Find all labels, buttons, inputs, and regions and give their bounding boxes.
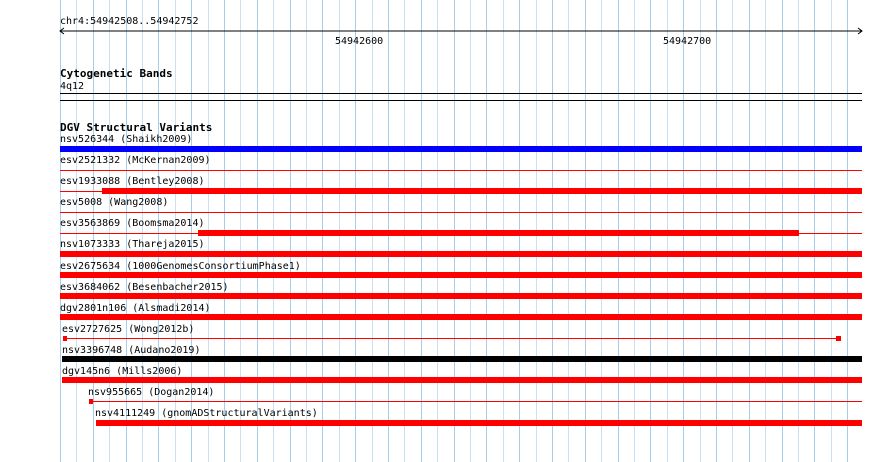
feature-label[interactable]: dgv145n6 (Mills2006) — [62, 366, 182, 377]
feature-label[interactable]: esv2675634 (1000GenomesConsortiumPhase1) — [60, 261, 301, 272]
ruler-tick-label: 54942700 — [663, 36, 712, 47]
feature-label[interactable]: dgv2801n106 (Alsmadi2014) — [60, 303, 211, 314]
feature-bar-line — [799, 233, 862, 234]
feature-bar-end — [836, 336, 841, 341]
feature-bar[interactable] — [60, 314, 862, 320]
feature-label[interactable]: nsv3396748 (Audano2019) — [62, 345, 200, 356]
feature-bar[interactable] — [60, 293, 862, 299]
feature-label[interactable]: nsv4111249 (gnomADStructuralVariants) — [95, 408, 318, 419]
dgv-track-title: DGV Structural Variants — [60, 121, 213, 134]
cytoband-label: 4q12 — [60, 81, 85, 92]
feature-bar-line — [60, 233, 198, 234]
feature-bar[interactable] — [102, 188, 862, 194]
feature-bar[interactable] — [60, 272, 862, 278]
feature-bar[interactable] — [93, 401, 862, 402]
feature-label[interactable]: esv1933088 (Bentley2008) — [60, 176, 205, 187]
feature-label[interactable]: esv2521332 (McKernan2009) — [60, 155, 211, 166]
feature-label[interactable]: esv3563869 (Boomsma2014) — [60, 218, 205, 229]
feature-label[interactable]: esv3684062 (Besenbacher2015) — [60, 282, 229, 293]
feature-bar-line — [60, 191, 102, 192]
cytoband-line[interactable] — [60, 93, 862, 94]
ruler-tick-label: 54942600 — [335, 36, 384, 47]
feature-bar[interactable] — [62, 377, 862, 383]
feature-bar[interactable] — [96, 420, 862, 426]
track-separator — [60, 100, 862, 101]
feature-label[interactable]: nsv1073333 (Thareja2015) — [60, 239, 205, 250]
feature-label[interactable]: nsv955665 (Dogan2014) — [88, 387, 214, 398]
feature-bar[interactable] — [60, 170, 862, 171]
feature-bar[interactable] — [60, 146, 862, 152]
feature-label[interactable]: esv5008 (Wang2008) — [60, 197, 168, 208]
cytoband-track-title: Cytogenetic Bands — [60, 67, 173, 80]
feature-bar[interactable] — [62, 356, 862, 362]
feature-bar[interactable] — [198, 230, 799, 236]
feature-bar[interactable] — [60, 251, 862, 257]
ruler-axis[interactable] — [58, 26, 866, 36]
feature-bar[interactable] — [67, 338, 837, 339]
feature-bar[interactable] — [60, 212, 862, 213]
feature-label[interactable]: esv2727625 (Wong2012b) — [62, 324, 194, 335]
feature-label[interactable]: nsv526344 (Shaikh2009) — [60, 134, 192, 145]
